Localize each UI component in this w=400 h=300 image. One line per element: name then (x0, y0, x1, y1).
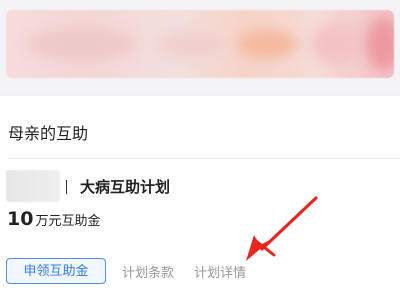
arrow-shaft (260, 196, 318, 251)
amount-row: 10 万元互助金 (7, 208, 100, 230)
amount-value: 10 (7, 208, 34, 230)
plan-terms-link[interactable]: 计划条款 (122, 262, 174, 281)
plan-details-link[interactable]: 计划详情 (194, 262, 246, 281)
banner-blur-2 (156, 32, 226, 58)
promo-banner[interactable] (6, 10, 394, 78)
banner-blur-3 (238, 30, 298, 58)
mutual-aid-card: 母亲的互助 大病互助计划 10 万元互助金 申领互助金 计划条款 计划详情 (0, 96, 400, 300)
section-title: 母亲的互助 (8, 124, 89, 143)
top-area (0, 0, 400, 92)
banner-blur-5 (366, 18, 394, 70)
red-arrow-icon (246, 196, 318, 261)
plan-name[interactable]: 大病互助计划 (80, 176, 170, 197)
arrow-head (246, 235, 272, 261)
amount-unit: 万元互助金 (35, 214, 101, 229)
banner-blur-4 (311, 24, 361, 64)
divider (8, 158, 400, 159)
banner-blur-1 (26, 28, 136, 60)
avatar (6, 170, 60, 202)
separator-bar (66, 180, 67, 194)
apply-button[interactable]: 申领互助金 (6, 258, 106, 284)
